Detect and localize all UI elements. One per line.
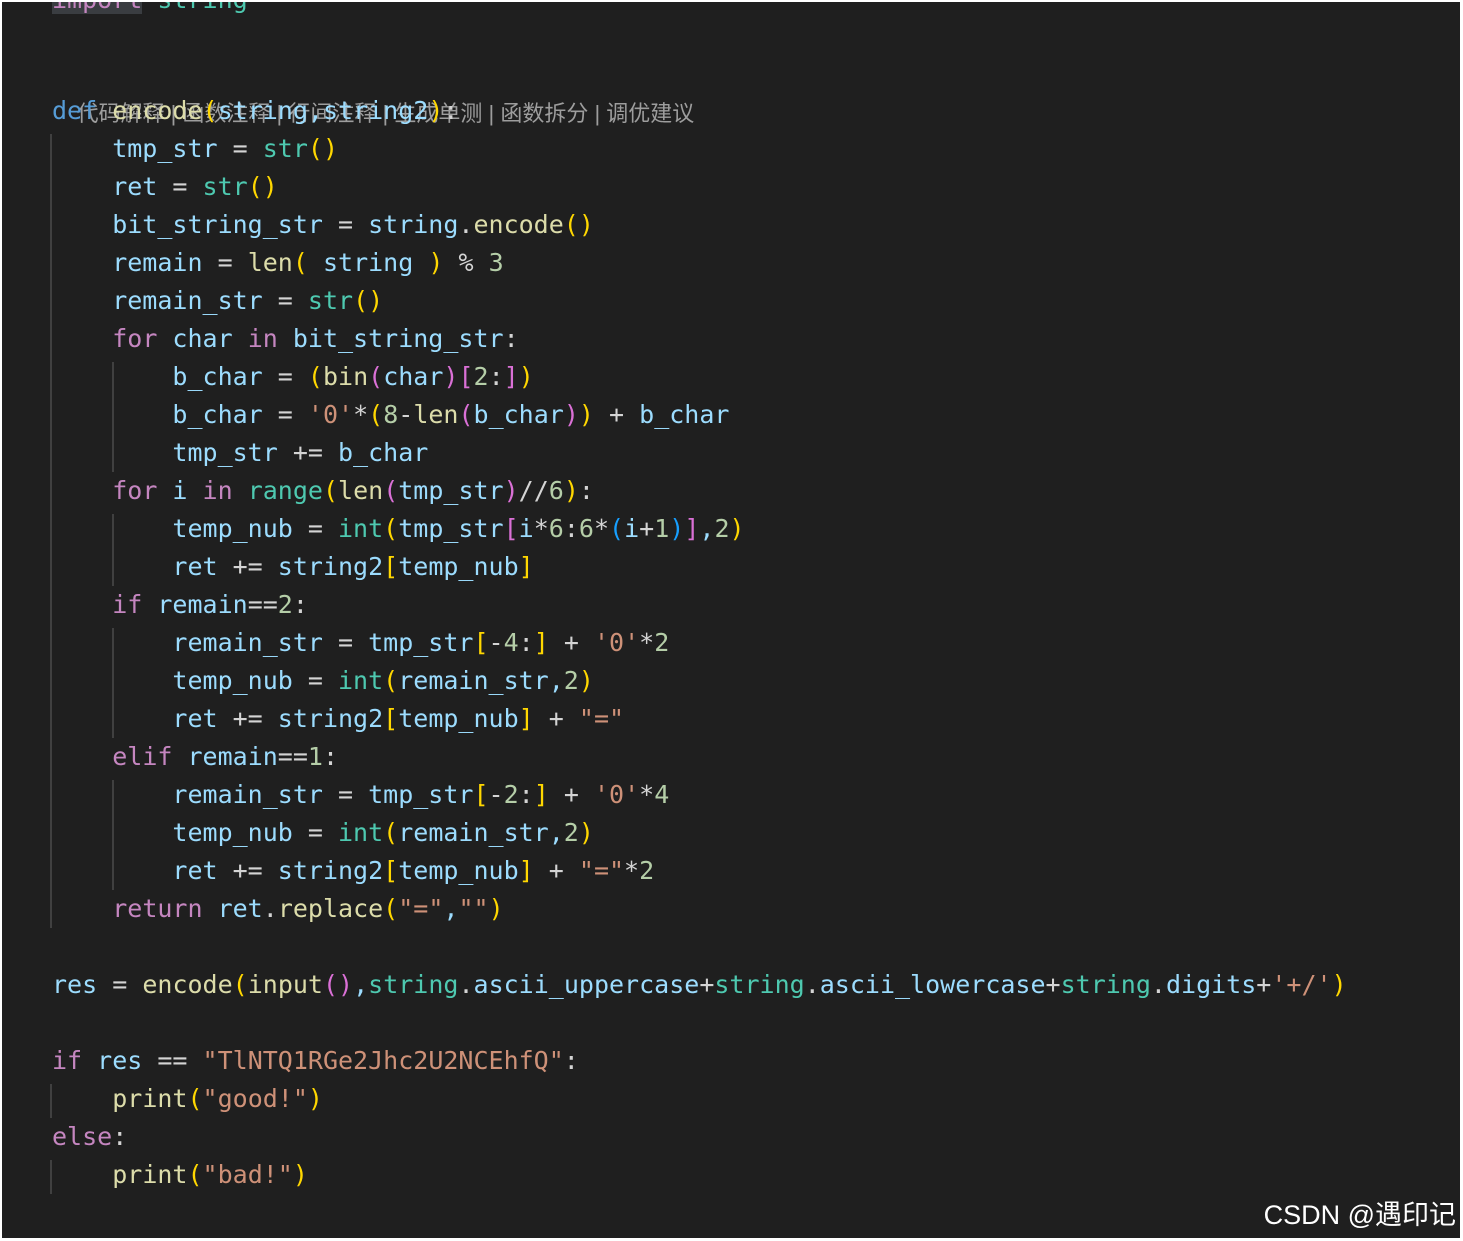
code-line[interactable]: elif remain==1: [52,738,338,776]
code-line[interactable]: ret += string2[temp_nub] + "=" [52,700,624,738]
code-line[interactable]: ret += string2[temp_nub] + "="*2 [52,852,654,890]
code-editor[interactable]: import string 代码解释 | 函数注释 | 行间注释 | 生成单测 … [2,2,1460,1238]
code-line[interactable]: if remain==2: [52,586,308,624]
codelens-separator: | [588,101,607,126]
codelens-actions: 代码解释 | 函数注释 | 行间注释 | 生成单测 | 函数拆分 | 调优建议 [52,60,694,126]
code-line[interactable]: tmp_str = str() [52,130,338,168]
code-line[interactable]: for i in range(len(tmp_str)//6): [52,472,594,510]
code-line[interactable]: temp_nub = int(tmp_str[i*6:6*(i+1)],2) [52,510,744,548]
code-line[interactable]: import string [52,2,248,19]
code-line[interactable]: bit_string_str = string.encode() [52,206,594,244]
csdn-watermark: CSDN @遇印记 [1263,1200,1456,1230]
code-line[interactable]: for char in bit_string_str: [52,320,518,358]
code-line[interactable]: ret += string2[temp_nub] [52,548,533,586]
code-line[interactable]: b_char = (bin(char)[2:]) [52,358,533,396]
code-line[interactable]: remain = len( string ) % 3 [52,244,503,282]
code-line[interactable]: def encode(string,string2): [52,92,458,130]
code-line[interactable]: print("good!") [52,1080,323,1118]
codelens-separator: | [482,101,501,126]
code-line[interactable]: remain_str = str() [52,282,383,320]
code-line[interactable]: print("bad!") [52,1156,308,1194]
code-line[interactable]: temp_nub = int(remain_str,2) [52,814,594,852]
code-line[interactable]: ret = str() [52,168,278,206]
code-line[interactable]: temp_nub = int(remain_str,2) [52,662,594,700]
code-line[interactable]: b_char = '0'*(8-len(b_char)) + b_char [52,396,729,434]
codelens-tuning-suggestions[interactable]: 调优建议 [606,101,694,126]
code-line[interactable]: tmp_str += b_char [52,434,428,472]
code-line[interactable]: res = encode(input(),string.ascii_upperc… [52,966,1347,1004]
code-line[interactable]: remain_str = tmp_str[-2:] + '0'*4 [52,776,669,814]
code-line[interactable]: else: [52,1118,127,1156]
code-line[interactable]: return ret.replace("=","") [52,890,503,928]
code-line[interactable]: remain_str = tmp_str[-4:] + '0'*2 [52,624,669,662]
code-line[interactable]: if res == "TlNTQ1RGe2Jhc2U2NCEhfQ": [52,1042,579,1080]
codelens-split-function[interactable]: 函数拆分 [500,101,588,126]
